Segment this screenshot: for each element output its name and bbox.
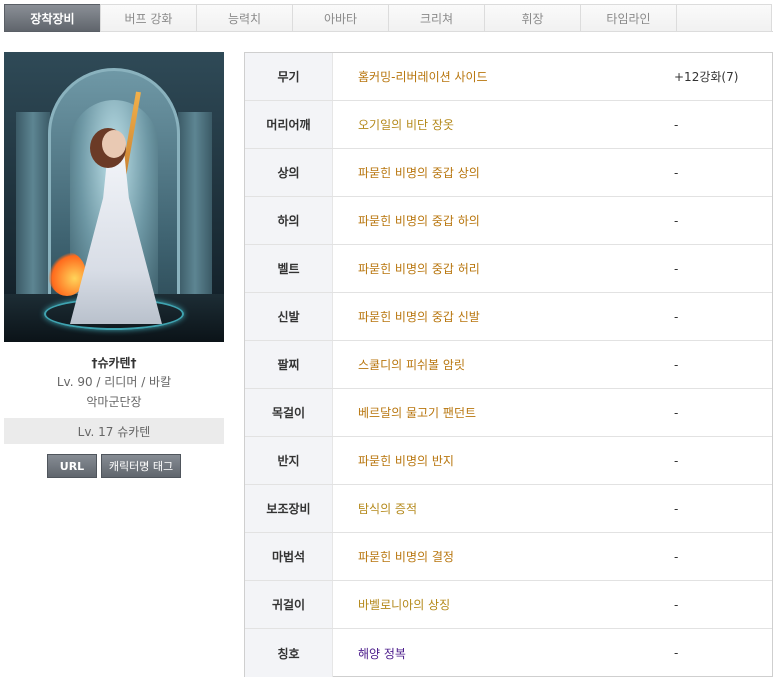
equipment-slot-label: 무기 [245,53,333,100]
equipment-row: 신발 파묻힌 비명의 중갑 신발 - [245,293,772,341]
equipment-item-name[interactable]: 스쿨디의 피쉬볼 암릿 [333,356,674,373]
tab-stats[interactable]: 능력치 [196,4,292,32]
equipment-enhance: - [674,309,679,324]
equipment-slot-label: 벨트 [245,245,333,292]
equipment-slot-label: 칭호 [245,629,333,677]
tab-emblem[interactable]: 휘장 [484,4,580,32]
tab-buff-enhance[interactable]: 버프 강화 [100,4,196,32]
equipment-row: 하의 파묻힌 비명의 중갑 하의 - [245,197,772,245]
equipment-enhance: - [674,453,679,468]
equipment-row: 반지 파묻힌 비명의 반지 - [245,437,772,485]
equipment-row: 무기 홈커밍-리버레이션 사이드 +12강화(7) [245,53,772,101]
profile-actions: URL 캐릭터명 태그 [4,454,224,478]
equipment-slot-label: 상의 [245,149,333,196]
equipment-item-name[interactable]: 탐식의 증적 [333,500,674,517]
equipment-item-name[interactable]: 오기일의 비단 장옷 [333,116,674,133]
equipment-item-name[interactable]: 바벨로니아의 상징 [333,596,674,613]
equipment-slot-label: 하의 [245,197,333,244]
character-info: Lv. 90 / 리디머 / 바칼 [56,375,172,389]
equipment-item-name[interactable]: 베르달의 물고기 팬던트 [333,404,674,421]
equipment-enhance: +12강화(7) [674,70,739,84]
equipment-enhance: - [674,549,679,564]
tab-equipment[interactable]: 장착장비 [4,4,100,32]
equipment-enhance: - [674,117,679,132]
equipment-item-name[interactable]: 파묻힌 비명의 중갑 상의 [333,164,674,181]
equipment-item-name[interactable]: 파묻힌 비명의 반지 [333,452,674,469]
character-name: †슈카텐† [91,356,137,370]
equipment-row: 귀걸이 바벨로니아의 상징 - [245,581,772,629]
equipment-row: 마법석 파묻힌 비명의 결정 - [245,533,772,581]
character-guild: 악마군단장 [86,395,142,409]
equipment-row: 상의 파묻힌 비명의 중갑 상의 - [245,149,772,197]
equipment-row: 목걸이 베르달의 물고기 팬던트 - [245,389,772,437]
tab-empty [676,4,772,32]
equipment-slot-label: 반지 [245,437,333,484]
pillar-right [178,112,212,312]
equipment-enhance: - [674,261,679,276]
equipment-slot-label: 머리어깨 [245,101,333,148]
equipment-slot-label: 신발 [245,293,333,340]
adventure-level: Lv. 17 슈카텐 [4,418,224,444]
equipment-slot-label: 귀걸이 [245,581,333,628]
equipment-item-name[interactable]: 해양 정복 [333,645,674,662]
equipment-item-name[interactable]: 파묻힌 비명의 중갑 신발 [333,308,674,325]
equipment-item-name[interactable]: 파묻힌 비명의 중갑 하의 [333,212,674,229]
equipment-row: 칭호 해양 정복 - [245,629,772,677]
character-profile: †슈카텐† Lv. 90 / 리디머 / 바칼 악마군단장 Lv. 17 슈카텐… [4,52,224,478]
equipment-enhance: - [674,597,679,612]
pillar-left [16,112,50,312]
character-head [102,130,126,158]
character-portrait [4,52,224,342]
equipment-slot-label: 목걸이 [245,389,333,436]
equipment-slot-label: 마법석 [245,533,333,580]
name-tag-button[interactable]: 캐릭터명 태그 [101,454,181,478]
equipment-enhance: - [674,357,679,372]
equipment-item-name[interactable]: 파묻힌 비명의 중갑 허리 [333,260,674,277]
url-button[interactable]: URL [47,454,97,478]
equipment-item-name[interactable]: 홈커밍-리버레이션 사이드 [333,68,674,85]
equipment-row: 머리어깨 오기일의 비단 장옷 - [245,101,772,149]
equipment-table: 무기 홈커밍-리버레이션 사이드 +12강화(7) 머리어깨 오기일의 비단 장옷 - 상의… [244,52,773,677]
equipment-enhance: - [674,501,679,516]
equipment-row: 팔찌 스쿨디의 피쉬볼 암릿 - [245,341,772,389]
equipment-slot-label: 보조장비 [245,485,333,532]
equipment-slot-label: 팔찌 [245,341,333,388]
equipment-item-name[interactable]: 파묻힌 비명의 결정 [333,548,674,565]
tab-avatar[interactable]: 아바타 [292,4,388,32]
tab-timeline[interactable]: 타임라인 [580,4,676,32]
equipment-row: 벨트 파묻힌 비명의 중갑 허리 - [245,245,772,293]
equipment-row: 보조장비 탐식의 증적 - [245,485,772,533]
equipment-enhance: - [674,165,679,180]
equipment-enhance: - [674,405,679,420]
tab-bar: 장착장비 버프 강화 능력치 아바타 크리쳐 휘장 타임라인 [4,4,773,32]
tab-creature[interactable]: 크리쳐 [388,4,484,32]
equipment-enhance: - [674,646,679,660]
equipment-enhance: - [674,213,679,228]
